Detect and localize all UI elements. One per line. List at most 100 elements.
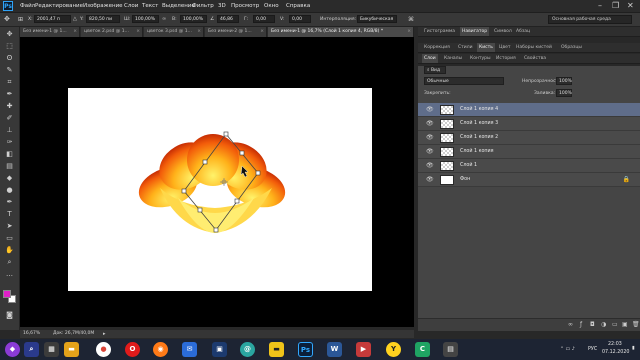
tab-styles[interactable]: Стили [456, 43, 475, 52]
healing-tool-icon[interactable]: ✚ [3, 101, 16, 112]
height-field[interactable]: 100,00% [180, 15, 207, 23]
visibility-eye-icon[interactable]: 👁 [426, 106, 434, 113]
fx-icon[interactable]: ƒ [580, 321, 582, 328]
tab-channels[interactable]: Каналы [442, 54, 464, 63]
layer-row-layer1[interactable]: 👁 Слой 1 [418, 159, 640, 173]
tab-color[interactable]: Цвет [497, 43, 513, 52]
status-arrow-icon[interactable]: ▸ [103, 331, 106, 337]
tab-brush[interactable]: Кисть [477, 43, 495, 52]
doc-tab-1[interactable]: Без имени-1 @ 1... × [20, 27, 80, 37]
folder-app-icon[interactable]: ▬ [269, 342, 284, 357]
menu-view[interactable]: Просмотр [231, 3, 259, 9]
warp-icon[interactable]: ⌘ [408, 16, 414, 23]
eyedropper-tool-icon[interactable]: ✒ [3, 89, 16, 100]
app-c-icon[interactable]: C [415, 342, 430, 357]
blend-mode-select[interactable]: Обычные [424, 77, 504, 85]
tab-brush-presets[interactable]: Наборы кистей [514, 43, 554, 52]
y-field[interactable]: 820,50 пи [86, 15, 120, 23]
quick-select-tool-icon[interactable]: ✎ [3, 65, 16, 76]
workspace-select[interactable]: Основная рабочая среда [548, 15, 632, 24]
at-app-icon[interactable]: @ [240, 342, 255, 357]
more-tools-icon[interactable]: … [3, 269, 16, 280]
task-view-icon[interactable]: ▦ [44, 342, 59, 357]
trash-icon[interactable]: 🗑 [632, 321, 640, 328]
relative-position-icon[interactable]: △ [73, 16, 77, 22]
file-explorer-icon[interactable]: ▬ [64, 342, 79, 357]
history-brush-tool-icon[interactable]: ✑ [3, 137, 16, 148]
folder-icon[interactable]: ▭ [612, 321, 618, 328]
blur-tool-icon[interactable]: ◆ [3, 173, 16, 184]
layer-row-copy4[interactable]: 👁 Слой 1 копия 4 [418, 103, 640, 117]
menu-help[interactable]: Справка [286, 3, 310, 9]
dodge-tool-icon[interactable]: ● [3, 185, 16, 196]
minimize-button[interactable]: – [598, 1, 602, 10]
menu-layers[interactable]: Слои [124, 3, 138, 9]
opera-icon[interactable]: O [125, 342, 140, 357]
photos-icon[interactable]: ▣ [212, 342, 227, 357]
files-icon[interactable]: ▤ [443, 342, 458, 357]
angle-field[interactable]: 46,86 [217, 15, 239, 23]
tab-character[interactable]: Символ [492, 27, 514, 36]
close-tab-icon[interactable]: × [136, 27, 140, 37]
type-tool-icon[interactable]: T [3, 209, 16, 220]
menu-select[interactable]: Выделение [162, 3, 195, 9]
yandex-icon[interactable]: Y [386, 342, 401, 357]
close-tab-icon[interactable]: × [260, 27, 264, 37]
visibility-eye-icon[interactable]: 👁 [426, 176, 434, 183]
reference-point-icon[interactable]: ⊞ [18, 16, 23, 23]
tab-paths[interactable]: Контуры [468, 54, 493, 63]
menu-filter[interactable]: Фильтр [192, 3, 214, 9]
tray-icons[interactable]: ⌃ ▭ ♪ [560, 347, 575, 352]
notifications-icon[interactable]: ▮ [632, 346, 635, 351]
menu-type[interactable]: Текст [142, 3, 158, 9]
marquee-tool-icon[interactable]: ⬚ [3, 41, 16, 52]
visibility-eye-icon[interactable]: 👁 [426, 148, 434, 155]
canvas-area[interactable] [20, 37, 414, 327]
interpolation-select[interactable]: Бикубическая [357, 15, 397, 23]
zoom-tool-icon[interactable]: ⌕ [3, 257, 16, 268]
photoshop-taskbar-icon[interactable]: Ps [298, 342, 313, 357]
menu-window[interactable]: Окно [264, 3, 279, 9]
tab-histogram[interactable]: Гистограмма [422, 27, 457, 36]
zoom-level[interactable]: 16,67% [23, 331, 40, 336]
tab-paragraph[interactable]: Абзац [514, 27, 532, 36]
firefox-icon[interactable]: ◉ [153, 342, 168, 357]
eraser-tool-icon[interactable]: ◧ [3, 149, 16, 160]
tab-adjustments[interactable]: Коррекция [422, 43, 452, 52]
search-icon[interactable]: ⌕ [24, 342, 39, 357]
brush-tool-icon[interactable]: ✐ [3, 113, 16, 124]
tab-swatches[interactable]: Образцы [559, 43, 584, 52]
doc-tab-2[interactable]: цветок 2.psd @ 1... × [81, 27, 143, 37]
lasso-tool-icon[interactable]: ʘ [3, 53, 16, 64]
layer-row-copy3[interactable]: 👁 Слой 1 копия 3 [418, 117, 640, 131]
layer-filter-select[interactable]: ⌕ Вид [424, 66, 446, 74]
document-canvas[interactable] [68, 88, 372, 291]
visibility-eye-icon[interactable]: 👁 [426, 120, 434, 127]
media-icon[interactable]: ▶ [356, 342, 371, 357]
gradient-tool-icon[interactable]: ▤ [3, 161, 16, 172]
menu-file[interactable]: Файл [20, 3, 35, 9]
stamp-tool-icon[interactable]: ⊥ [3, 125, 16, 136]
hskew-field[interactable]: 0,00 [253, 15, 275, 23]
flower-artwork[interactable] [68, 88, 372, 291]
language-indicator[interactable]: РУС [588, 347, 597, 352]
tab-history[interactable]: История [494, 54, 518, 63]
clock-time[interactable]: 22:03 [608, 342, 622, 347]
visibility-eye-icon[interactable]: 👁 [426, 134, 434, 141]
doc-tab-3[interactable]: цветок 3.psd @ 1... × [144, 27, 204, 37]
adjustment-icon[interactable]: ◑ [601, 321, 606, 328]
layer-row-copy2[interactable]: 👁 Слой 1 копия 2 [418, 131, 640, 145]
width-field[interactable]: 100,00% [132, 15, 159, 23]
doc-tab-4[interactable]: Без имени-2 @ 1... × [205, 27, 267, 37]
path-select-tool-icon[interactable]: ➤ [3, 221, 16, 232]
menu-edit[interactable]: Редактирование [35, 3, 83, 9]
doc-tab-active[interactable]: Без имени-1 @ 16,7% (Слой 1 копия 4, RGB… [268, 27, 414, 37]
menu-image[interactable]: Изображение [83, 3, 123, 9]
move-tool-icon[interactable]: ✥ [3, 29, 16, 40]
start-icon[interactable]: ◆ [5, 342, 20, 357]
word-icon[interactable]: W [327, 342, 342, 357]
shape-tool-icon[interactable]: ▭ [3, 233, 16, 244]
new-layer-icon[interactable]: ▣ [622, 321, 628, 328]
clock-date[interactable]: 07.12.2020 [602, 350, 629, 355]
link-layers-icon[interactable]: ∞ [568, 321, 573, 328]
